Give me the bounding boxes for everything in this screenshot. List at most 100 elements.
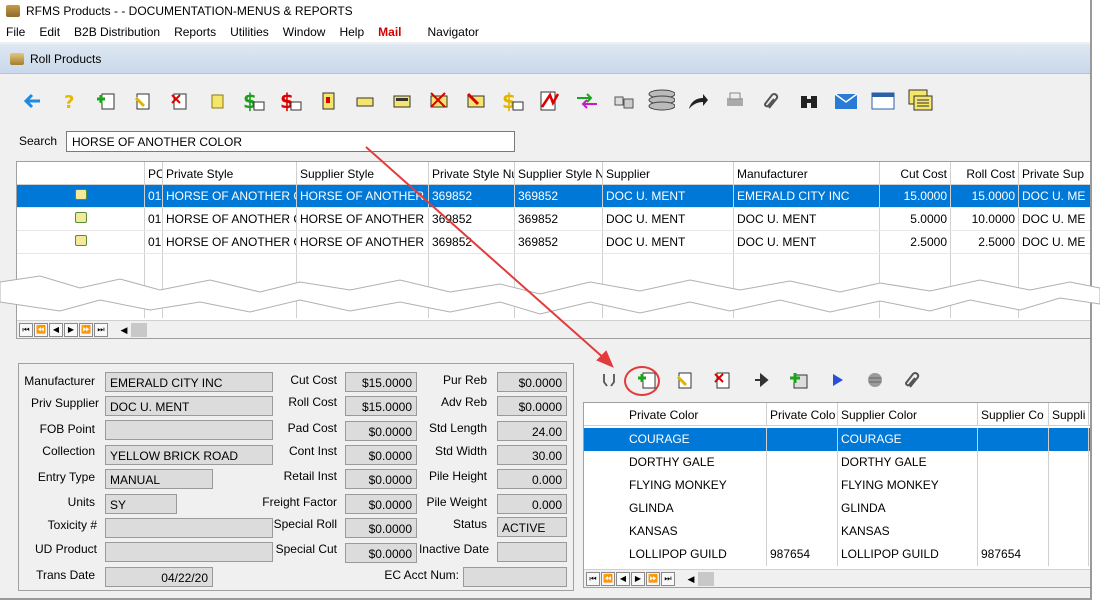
retail-inst-field[interactable]: $0.0000: [345, 469, 417, 489]
new-icon[interactable]: [92, 87, 120, 115]
manufacturer-column-header[interactable]: Manufacturer: [734, 162, 880, 184]
edit-color-icon[interactable]: [672, 367, 698, 393]
cont-inst-field[interactable]: $0.0000: [345, 445, 417, 465]
globe-icon[interactable]: [862, 367, 888, 393]
private-supplier-column-header[interactable]: Private Sup: [1019, 162, 1090, 184]
roll-cost-column-header[interactable]: Roll Cost: [951, 162, 1019, 184]
color-row[interactable]: COURAGE COURAGE: [584, 428, 1090, 451]
supplier-style-column-header[interactable]: Supplier Style: [297, 162, 429, 184]
price-red-icon[interactable]: $: [277, 87, 305, 115]
nav-first-button[interactable]: ⏮: [19, 322, 33, 337]
color-row[interactable]: DORTHY GALE DORTHY GALE: [584, 451, 1090, 474]
nav-last-button[interactable]: ⏭: [661, 571, 675, 586]
private-color-num-column-header[interactable]: Private Colo: [767, 403, 838, 425]
fob-point-field[interactable]: [105, 420, 273, 440]
scroll-left-icon[interactable]: ◀: [117, 323, 131, 337]
copy-add-icon[interactable]: [786, 367, 812, 393]
cut-cost-field[interactable]: $15.0000: [345, 372, 417, 392]
nav-next-button[interactable]: ▶: [64, 322, 78, 337]
ec-acct-num-field[interactable]: [463, 567, 567, 587]
menu-mail[interactable]: Mail: [378, 25, 401, 39]
color-row[interactable]: LOLLIPOP GUILD 987654 LOLLIPOP GUILD 987654: [584, 543, 1090, 566]
menu-b2b-distribution[interactable]: B2B Distribution: [74, 25, 160, 39]
cut-cost-column-header[interactable]: Cut Cost: [880, 162, 951, 184]
nav-prev-button[interactable]: ◀: [616, 571, 630, 586]
product-row[interactable]: 01HORSE OF ANOTHER COHORSE OF ANOTHER CO…: [17, 208, 1090, 231]
manufacturer-field[interactable]: EMERALD CITY INC: [105, 372, 273, 392]
toxicity-field[interactable]: [105, 518, 273, 538]
cost-icon[interactable]: $: [499, 87, 527, 115]
forward-icon[interactable]: [684, 87, 712, 115]
card-icon[interactable]: [388, 87, 416, 115]
ud-product-field[interactable]: [105, 542, 273, 562]
menu-edit[interactable]: Edit: [39, 25, 60, 39]
special-roll-field[interactable]: $0.0000: [345, 518, 417, 538]
play-icon[interactable]: [824, 367, 850, 393]
menu-file[interactable]: File: [6, 25, 25, 39]
menu-window[interactable]: Window: [283, 25, 326, 39]
supplier-column-header[interactable]: Supplier: [603, 162, 734, 184]
horizontal-scrollbar-thumb[interactable]: [131, 322, 147, 337]
bookmark-icon[interactable]: [314, 87, 342, 115]
private-style-num-column-header[interactable]: Private Style Nu: [429, 162, 515, 184]
nav-prev-button[interactable]: ◀: [49, 322, 63, 337]
private-color-column-header[interactable]: Private Color: [584, 403, 767, 425]
edit-icon[interactable]: [129, 87, 157, 115]
supplier-style-num-column-header[interactable]: Supplier Style N: [515, 162, 603, 184]
units-field[interactable]: SY: [105, 494, 177, 514]
transfer-icon[interactable]: [573, 87, 601, 115]
menu-help[interactable]: Help: [339, 25, 364, 39]
link-icon[interactable]: [610, 87, 638, 115]
nav-prev-page-button[interactable]: ⏪: [601, 571, 615, 586]
card-edit-icon[interactable]: [462, 87, 490, 115]
adv-reb-field[interactable]: $0.0000: [497, 396, 567, 416]
arrow-right-icon[interactable]: [748, 367, 774, 393]
back-arrow-icon[interactable]: [18, 87, 46, 115]
stack-icon[interactable]: [647, 87, 675, 115]
collection-field[interactable]: YELLOW BRICK ROAD: [105, 445, 273, 465]
color-row[interactable]: KANSAS KANSAS: [584, 520, 1090, 543]
menu-navigator[interactable]: Navigator: [428, 25, 479, 39]
label-icon[interactable]: [351, 87, 379, 115]
icon-column-header[interactable]: [17, 162, 145, 184]
status-field[interactable]: ACTIVE: [497, 517, 567, 537]
nav-first-button[interactable]: ⏮: [586, 571, 600, 586]
roll-cost-field[interactable]: $15.0000: [345, 396, 417, 416]
product-row[interactable]: 01HORSE OF ANOTHER COHORSE OF ANOTHER CO…: [17, 231, 1090, 254]
pad-cost-field[interactable]: $0.0000: [345, 421, 417, 441]
help-icon[interactable]: ?: [55, 87, 83, 115]
nav-next-button[interactable]: ▶: [631, 571, 645, 586]
delete-icon[interactable]: [166, 87, 194, 115]
window-icon[interactable]: [869, 87, 897, 115]
color-row[interactable]: GLINDA GLINDA: [584, 497, 1090, 520]
price-icon[interactable]: $: [240, 87, 268, 115]
supplier-color-num-column-header[interactable]: Supplier Co: [978, 403, 1049, 425]
horizontal-scrollbar-thumb[interactable]: [698, 571, 714, 586]
inactive-date-field[interactable]: [497, 542, 567, 562]
priv-supplier-field[interactable]: DOC U. MENT: [105, 396, 273, 416]
mail-icon[interactable]: [832, 87, 860, 115]
special-cut-field[interactable]: $0.0000: [345, 543, 417, 563]
nav-next-page-button[interactable]: ⏩: [79, 322, 93, 337]
private-style-column-header[interactable]: Private Style: [163, 162, 297, 184]
supplier-color-column-header[interactable]: Supplier Color: [838, 403, 978, 425]
nav-last-button[interactable]: ⏭: [94, 322, 108, 337]
binoculars-icon[interactable]: [795, 87, 823, 115]
print-icon[interactable]: [721, 87, 749, 115]
trans-date-field[interactable]: 04/22/20: [105, 567, 213, 587]
product-row[interactable]: 01HORSE OF ANOTHER COHORSE OF ANOTHER CO…: [17, 185, 1090, 208]
freight-factor-field[interactable]: $0.0000: [345, 494, 417, 514]
nav-next-page-button[interactable]: ⏩: [646, 571, 660, 586]
nav-prev-page-button[interactable]: ⏪: [34, 322, 48, 337]
delete-color-icon[interactable]: [710, 367, 736, 393]
notes-icon[interactable]: [906, 87, 934, 115]
signature-icon[interactable]: [536, 87, 564, 115]
pile-height-field[interactable]: 0.000: [497, 469, 567, 489]
supplier-extra-column-header[interactable]: Suppli: [1049, 403, 1089, 425]
std-width-field[interactable]: 30.00: [497, 445, 567, 465]
note-icon[interactable]: [203, 87, 231, 115]
menu-reports[interactable]: Reports: [174, 25, 216, 39]
attach-color-icon[interactable]: [900, 367, 926, 393]
std-length-field[interactable]: 24.00: [497, 421, 567, 441]
entry-type-field[interactable]: MANUAL: [105, 469, 213, 489]
